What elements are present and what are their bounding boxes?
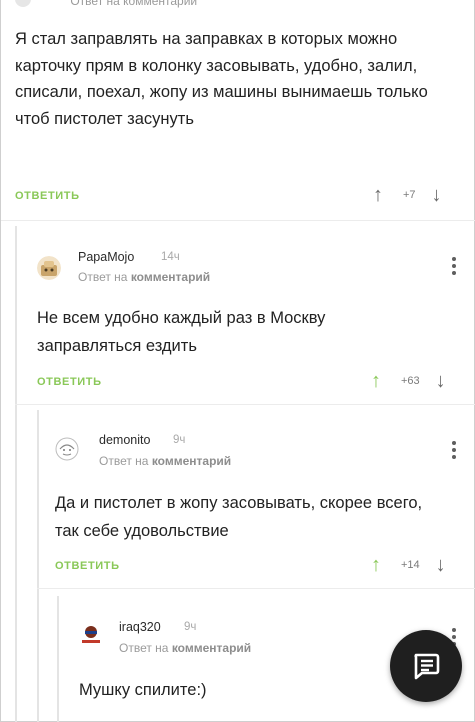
arrow-down-icon[interactable]: ↓ (436, 555, 446, 575)
reply-button[interactable]: ОТВЕТИТЬ (55, 560, 120, 572)
reply-button[interactable]: ОТВЕТИТЬ (15, 190, 80, 202)
meta-prefix: Ответ на (78, 270, 128, 284)
avatar[interactable] (79, 622, 103, 646)
vote-controls: ↑ +14 ↓ (371, 555, 446, 575)
write-comment-button[interactable] (390, 630, 462, 702)
avatar[interactable] (37, 256, 61, 280)
reply-to-meta: Ответ на комментарий (119, 641, 251, 655)
parent-comment-link[interactable]: комментарий (131, 270, 210, 284)
rating-count: +7 (403, 189, 416, 201)
avatar-image (79, 622, 103, 646)
arrow-up-icon[interactable]: ↑ (371, 371, 381, 391)
thread-line (57, 596, 59, 722)
vote-controls: ↑ +7 ↓ (373, 185, 442, 205)
parent-comment-link[interactable]: комментарий (172, 641, 251, 655)
comment-body: Мушку спилите:) (79, 681, 207, 699)
avatar[interactable] (55, 437, 79, 461)
comment-time: 9ч (184, 621, 197, 633)
comment-icon (414, 653, 440, 680)
meta-prefix: Ответ на (99, 454, 149, 468)
avatar-image (37, 256, 61, 280)
meta-prefix: Ответ на (119, 641, 169, 655)
reply-to-meta: Ответ на комментарий (78, 270, 210, 284)
meta-text: Ответ на комментарий (70, 0, 198, 8)
author-name[interactable]: demonito (99, 433, 150, 447)
thread-line (15, 226, 17, 722)
reply-button[interactable]: ОТВЕТИТЬ (37, 376, 102, 388)
vote-controls: ↑ +63 ↓ (371, 371, 446, 391)
divider (37, 588, 475, 589)
previous-comment-meta: Ответ на комментарий (15, 0, 197, 8)
more-vertical-icon[interactable] (452, 441, 456, 459)
comment-body: Не всем удобно каждый раз в Москву запра… (37, 309, 326, 355)
avatar (15, 0, 31, 7)
comment-body: Я стал заправлять на заправках в которых… (15, 30, 428, 128)
arrow-down-icon[interactable]: ↓ (432, 185, 442, 205)
divider (1, 220, 475, 221)
rating-count: +63 (401, 375, 420, 387)
rating-count: +14 (401, 559, 420, 571)
avatar-image (55, 437, 79, 461)
comment-thread: Ответ на комментарий Я стал заправлять н… (0, 0, 475, 722)
author-name[interactable]: PapaMojo (78, 250, 134, 264)
arrow-up-icon[interactable]: ↑ (373, 185, 383, 205)
comment-time: 14ч (161, 251, 180, 263)
more-vertical-icon[interactable] (452, 257, 456, 275)
arrow-down-icon[interactable]: ↓ (436, 371, 446, 391)
author-name[interactable]: iraq320 (119, 620, 161, 634)
reply-to-meta: Ответ на комментарий (99, 454, 231, 468)
arrow-up-icon[interactable]: ↑ (371, 555, 381, 575)
comment-time: 9ч (173, 434, 186, 446)
parent-comment-link[interactable]: комментарий (152, 454, 231, 468)
thread-line (37, 410, 39, 722)
divider (15, 404, 475, 405)
comment-body: Да и пистолет в жопу засовывать, скорее … (55, 494, 423, 540)
